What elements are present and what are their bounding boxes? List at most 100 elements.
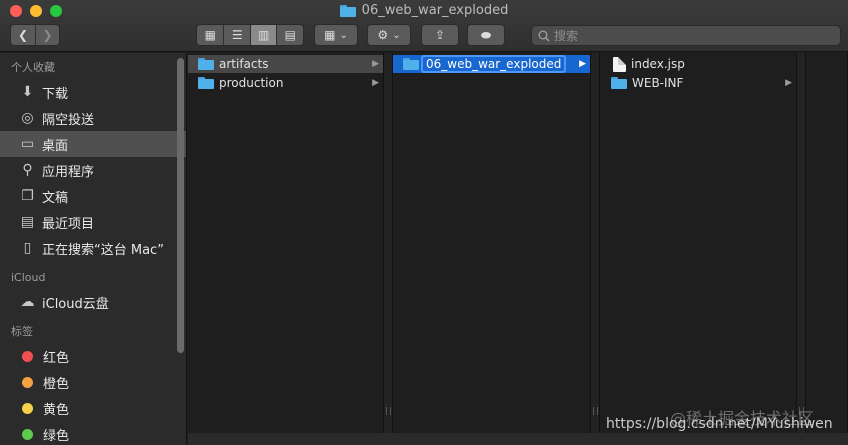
column-resize-handle[interactable] [797, 53, 806, 433]
search-field[interactable] [531, 25, 841, 46]
sidebar-item-downloads[interactable]: ⬇ 下载 [0, 79, 186, 105]
chevron-down-icon: ⌄ [392, 29, 401, 41]
chevron-right-icon: ▶ [579, 59, 586, 69]
sidebar-tag-yellow[interactable]: 黄色 [0, 395, 186, 421]
sidebar-item-applications[interactable]: ⚲ 应用程序 [0, 157, 186, 183]
folder-row-artifacts[interactable]: artifacts ▶ [188, 55, 383, 73]
sidebar-header-favorites: 个人收藏 [11, 61, 55, 74]
folder-name: 06_web_war_exploded [426, 57, 562, 71]
grip-icon [386, 407, 391, 415]
tag-button-content: ⬬ [468, 25, 504, 45]
gear-icon: ⚙ [377, 28, 389, 42]
list-icon: ☰ [231, 28, 243, 42]
smart-folder-icon: ▯ [23, 240, 32, 256]
folder-name: artifacts [219, 57, 269, 71]
search-input[interactable] [554, 28, 834, 43]
sidebar-item-label: 应用程序 [42, 164, 95, 180]
sidebar-item-recents[interactable]: ▤ 最近项目 [0, 209, 186, 235]
icon-view-button[interactable]: ▦ [197, 25, 223, 45]
back-button[interactable]: ❮ [11, 25, 35, 45]
column-resize-handle[interactable] [591, 53, 600, 433]
gallery-view-button[interactable]: ▤ [276, 25, 303, 45]
sidebar-item-label: 正在搜索“这台 Mac” [42, 242, 164, 258]
recents-icon: ▤ [20, 214, 35, 230]
chevron-right-icon: ▶ [372, 59, 379, 69]
column-resize-handle[interactable] [384, 53, 393, 433]
tag-dot-icon [22, 376, 33, 388]
folder-name: WEB-INF [632, 76, 684, 90]
tag-dot-icon [22, 428, 33, 440]
sidebar-tag-orange[interactable]: 橙色 [0, 369, 186, 395]
window-title: 06_web_war_exploded [0, 3, 848, 18]
share-button-content: ⇪ [422, 25, 458, 45]
columns-icon: ▥ [258, 28, 270, 42]
list-view-button[interactable]: ☰ [223, 25, 250, 45]
tag-dot-icon [22, 350, 33, 362]
folder-row-web-inf[interactable]: WEB-INF ▶ [601, 74, 796, 92]
sidebar-item-label: 文稿 [42, 190, 69, 206]
sidebar-item-label: 绿色 [43, 428, 70, 444]
back-forward-control: ❮ ❯ [10, 24, 60, 46]
share-button[interactable]: ⇪ [421, 24, 459, 46]
sidebar-item-label: 红色 [43, 350, 70, 366]
airdrop-icon: ◎ [21, 110, 34, 126]
folder-row-06-web-war-exploded[interactable]: 06_web_war_exploded ▶ [393, 55, 590, 73]
horizontal-scrollbar-track[interactable] [188, 433, 848, 445]
jsp-file-icon [613, 56, 626, 72]
group-button-content: ▦ ⌄ [315, 25, 357, 45]
sidebar-item-label: 桌面 [42, 138, 69, 154]
chevron-down-icon: ⌄ [339, 29, 348, 41]
sidebar-scrollbar[interactable] [177, 58, 184, 353]
browser-column-3: index.jsp WEB-INF ▶ [601, 53, 797, 433]
sidebar-item-label: iCloud云盘 [42, 296, 109, 312]
sidebar-tag-green[interactable]: 绿色 [0, 421, 186, 445]
window-titlebar: 06_web_war_exploded ❮ ❯ ▦ ☰ ▥ ▤ ▦ ⌄ ⚙ ⌄ … [0, 0, 848, 52]
sidebar-item-label: 最近项目 [42, 216, 95, 232]
search-icon [538, 30, 550, 42]
documents-icon: ❐ [21, 188, 34, 204]
chevron-right-icon: ▶ [785, 78, 792, 88]
sidebar-item-airdrop[interactable]: ◎ 隔空投送 [0, 105, 186, 131]
download-icon: ⬇ [21, 84, 34, 100]
sidebar: 个人收藏 ⬇ 下载 ◎ 隔空投送 ▭ 桌面 ⚲ 应用程序 ❐ 文稿 ▤ 最近项目… [0, 53, 187, 445]
sidebar-item-label: 下载 [42, 86, 69, 102]
sidebar-item-search-this-mac[interactable]: ▯ 正在搜索“这台 Mac” [0, 235, 186, 261]
applications-icon: ⚲ [22, 162, 33, 178]
tag-icon: ⬬ [480, 27, 492, 42]
share-icon: ⇪ [434, 28, 446, 42]
column-view-button[interactable]: ▥ [249, 25, 277, 45]
sidebar-item-icloud-drive[interactable]: ☁ iCloud云盘 [0, 289, 186, 315]
browser-column-1: artifacts ▶ production ▶ [188, 53, 384, 433]
folder-row-production[interactable]: production ▶ [188, 74, 383, 92]
edit-tags-button[interactable]: ⬬ [467, 24, 505, 46]
browser-column-4 [806, 53, 848, 433]
sidebar-item-label: 黄色 [43, 402, 70, 418]
folder-icon [339, 4, 356, 17]
view-mode-control: ▦ ☰ ▥ ▤ [196, 24, 304, 46]
folder-icon [198, 58, 214, 70]
sidebar-header-icloud: iCloud [11, 271, 46, 284]
file-name: index.jsp [631, 57, 685, 71]
sidebar-header-tags: 标签 [11, 325, 33, 338]
file-row-index-jsp[interactable]: index.jsp [601, 55, 796, 73]
gallery-icon: ▤ [284, 28, 296, 42]
tag-dot-icon [22, 402, 33, 414]
forward-button[interactable]: ❯ [34, 25, 59, 45]
chevron-right-icon: ❯ [42, 28, 53, 42]
browser-column-2: 06_web_war_exploded ▶ [393, 53, 591, 433]
sidebar-item-desktop[interactable]: ▭ 桌面 [0, 131, 186, 157]
chevron-right-icon: ▶ [372, 78, 379, 88]
folder-icon [198, 77, 214, 89]
sidebar-item-documents[interactable]: ❐ 文稿 [0, 183, 186, 209]
grid-icon: ▦ [204, 28, 216, 42]
watermark-url: https://blog.csdn.net/MYushiwen [606, 416, 833, 432]
sidebar-item-label: 隔空投送 [42, 112, 95, 128]
folder-icon [611, 77, 627, 89]
rename-field[interactable]: 06_web_war_exploded [421, 55, 567, 73]
sidebar-tag-red[interactable]: 红色 [0, 343, 186, 369]
cloud-icon: ☁ [20, 294, 35, 310]
window-title-text: 06_web_war_exploded [361, 3, 509, 18]
chevron-left-icon: ❮ [17, 28, 29, 42]
group-button[interactable]: ▦ ⌄ [314, 24, 358, 46]
action-button[interactable]: ⚙ ⌄ [367, 24, 411, 46]
